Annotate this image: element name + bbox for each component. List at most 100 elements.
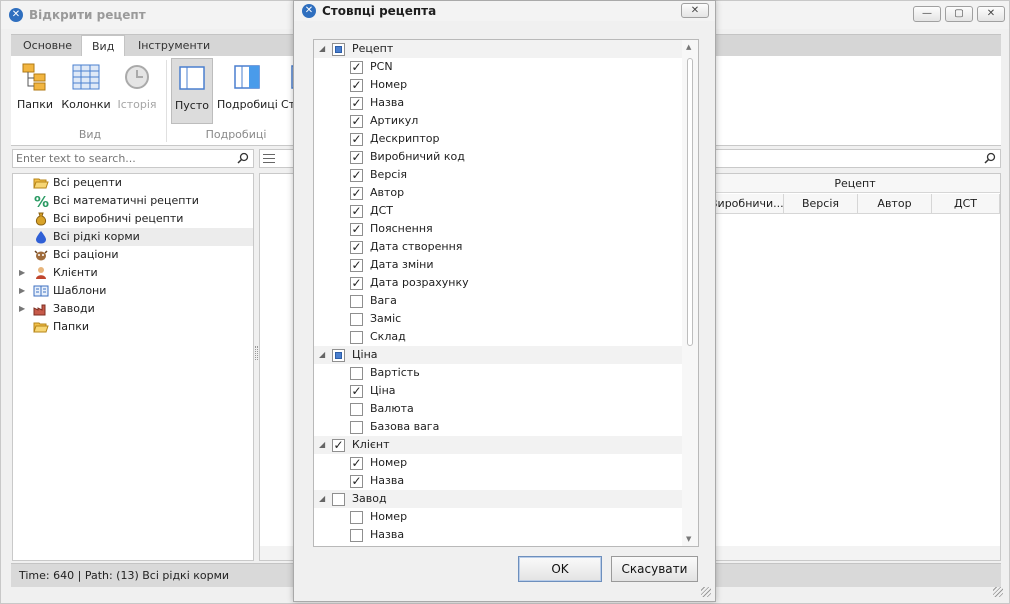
checkbox[interactable] xyxy=(350,367,363,380)
column-row[interactable]: ✓ PCN xyxy=(314,58,682,76)
checkbox[interactable] xyxy=(350,511,363,524)
column-row[interactable]: ✓ Назва xyxy=(314,94,682,112)
column-row[interactable]: Вартість xyxy=(314,364,682,382)
checkbox[interactable]: ✓ xyxy=(350,385,363,398)
tree-item[interactable]: ▶ Клієнти xyxy=(13,264,253,282)
tree-item[interactable]: Всі виробничі рецепти xyxy=(13,210,253,228)
column-row[interactable]: ✓ Дата розрахунку xyxy=(314,274,682,292)
dialog-resize-grip[interactable] xyxy=(701,587,711,597)
column-row[interactable]: ✓ Дескриптор xyxy=(314,130,682,148)
tree-item[interactable]: ▶ Заводи xyxy=(13,300,253,318)
checkbox[interactable] xyxy=(350,529,363,542)
checkbox[interactable]: ✓ xyxy=(350,187,363,200)
splitter-handle[interactable] xyxy=(255,346,258,360)
column-row[interactable]: ✓ Дата зміни xyxy=(314,256,682,274)
tree-item[interactable]: Всі рецепти xyxy=(13,174,253,192)
column-row[interactable]: ✓ Номер xyxy=(314,76,682,94)
checkbox[interactable]: ✓ xyxy=(350,223,363,236)
column-row[interactable]: Назва xyxy=(314,526,682,544)
column-group-row[interactable]: ◢ Рецепт xyxy=(314,40,682,58)
checkbox[interactable] xyxy=(350,403,363,416)
tree-item[interactable]: % Всі математичні рецепти xyxy=(13,192,253,210)
folders-button[interactable]: Папки xyxy=(15,58,55,124)
expand-arrow-icon[interactable]: ▶ xyxy=(19,264,25,282)
checkbox[interactable]: ✓ xyxy=(350,133,363,146)
checkbox[interactable]: ✓ xyxy=(350,457,363,470)
checkbox[interactable]: ✓ xyxy=(350,97,363,110)
checkbox[interactable]: ✓ xyxy=(350,79,363,92)
close-button[interactable]: ✕ xyxy=(977,6,1005,22)
column-row[interactable]: Заміс xyxy=(314,310,682,328)
collapse-arrow-icon[interactable]: ◢ xyxy=(319,436,325,454)
column-row[interactable]: ✓ Автор xyxy=(314,184,682,202)
checkbox[interactable] xyxy=(332,349,345,362)
checkbox[interactable]: ✓ xyxy=(350,475,363,488)
maximize-button[interactable]: ▢ xyxy=(945,6,973,22)
column-row[interactable]: ✓ Виробничий код xyxy=(314,148,682,166)
checkbox[interactable] xyxy=(350,331,363,344)
column-row[interactable]: ✓ Артикул xyxy=(314,112,682,130)
tree-item[interactable]: Всі раціони xyxy=(13,246,253,264)
column-row[interactable]: ✓ Версія xyxy=(314,166,682,184)
menu-icon[interactable] xyxy=(263,154,275,163)
checkbox[interactable]: ✓ xyxy=(350,151,363,164)
checkbox[interactable]: ✓ xyxy=(350,241,363,254)
empty-button[interactable]: Пусто xyxy=(171,58,213,124)
checkbox[interactable]: ✓ xyxy=(350,259,363,272)
checkbox[interactable] xyxy=(350,421,363,434)
checkbox[interactable] xyxy=(332,43,345,56)
column-row[interactable]: Вага xyxy=(314,292,682,310)
column-row[interactable]: ✓ ДСТ xyxy=(314,202,682,220)
tree-item[interactable]: Всі рідкі корми xyxy=(13,228,253,246)
search-icon[interactable] xyxy=(984,152,996,164)
column-row[interactable]: ✓ Назва xyxy=(314,472,682,490)
column-header[interactable]: ДСТ xyxy=(932,194,1000,214)
columns-button[interactable]: Колонки xyxy=(61,58,111,124)
tab-main[interactable]: Основне xyxy=(13,35,82,57)
dialog-close-button[interactable]: ✕ xyxy=(681,3,709,18)
expand-arrow-icon[interactable]: ▶ xyxy=(19,282,25,300)
scroll-down-icon[interactable]: ▼ xyxy=(686,535,691,543)
column-row[interactable]: ✓ Номер xyxy=(314,454,682,472)
checkbox[interactable]: ✓ xyxy=(350,115,363,128)
column-row[interactable]: Номер xyxy=(314,508,682,526)
column-group-row[interactable]: ◢ ✓ Клієнт xyxy=(314,436,682,454)
column-group-row[interactable]: ◢ Ціна xyxy=(314,346,682,364)
ok-button[interactable]: OK xyxy=(518,556,602,582)
tree-item[interactable]: ▶ Шаблони xyxy=(13,282,253,300)
vertical-scrollbar[interactable]: ▲ ▼ xyxy=(682,40,698,546)
checkbox[interactable]: ✓ xyxy=(350,205,363,218)
tab-view[interactable]: Вид xyxy=(81,35,126,58)
checkbox[interactable] xyxy=(332,493,345,506)
scroll-up-icon[interactable]: ▲ xyxy=(686,43,691,51)
column-row[interactable]: ✓ Пояснення xyxy=(314,220,682,238)
collapse-arrow-icon[interactable]: ◢ xyxy=(319,490,325,508)
column-row[interactable]: Базова вага xyxy=(314,418,682,436)
checkbox[interactable] xyxy=(350,295,363,308)
expand-arrow-icon[interactable]: ▶ xyxy=(19,300,25,318)
column-header[interactable]: Автор xyxy=(858,194,932,214)
column-row[interactable]: Склад xyxy=(314,328,682,346)
tab-tools[interactable]: Інструменти xyxy=(128,35,220,57)
search-icon[interactable] xyxy=(237,152,249,164)
details-button[interactable]: Подробиці xyxy=(217,58,278,124)
column-header[interactable]: Версія xyxy=(784,194,858,214)
column-group-row[interactable]: ◢ Завод xyxy=(314,490,682,508)
checkbox[interactable] xyxy=(350,313,363,326)
checkbox[interactable]: ✓ xyxy=(350,61,363,74)
scroll-thumb[interactable] xyxy=(687,58,693,346)
resize-grip[interactable] xyxy=(993,587,1003,597)
checkbox[interactable]: ✓ xyxy=(350,277,363,290)
tree-item[interactable]: Папки xyxy=(13,318,253,336)
checkbox[interactable]: ✓ xyxy=(350,169,363,182)
column-row[interactable]: ✓ Дата створення xyxy=(314,238,682,256)
column-row[interactable]: ✓ Ціна xyxy=(314,382,682,400)
column-row[interactable]: Валюта xyxy=(314,400,682,418)
cancel-button[interactable]: Скасувати xyxy=(611,556,698,582)
history-button[interactable]: Історія xyxy=(115,58,159,124)
collapse-arrow-icon[interactable]: ◢ xyxy=(319,40,325,58)
collapse-arrow-icon[interactable]: ◢ xyxy=(319,346,325,364)
search-input[interactable] xyxy=(13,150,223,167)
column-header[interactable]: Виробничи... xyxy=(710,194,784,214)
minimize-button[interactable]: — xyxy=(913,6,941,22)
